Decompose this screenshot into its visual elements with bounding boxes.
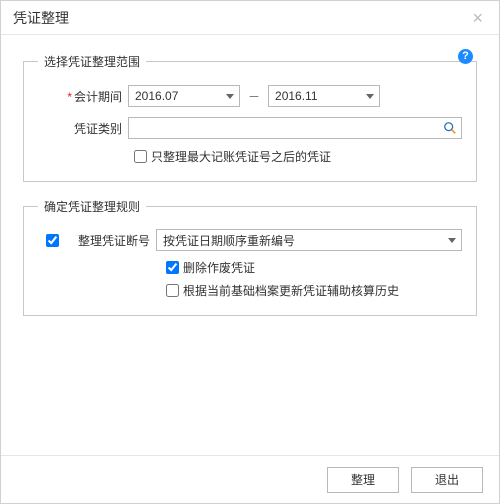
refresh-aux-label: 根据当前基础档案更新凭证辅助核算历史 <box>183 282 399 299</box>
period-separator: － <box>248 88 260 105</box>
row-del-void: 删除作废凭证 <box>166 259 462 276</box>
refresh-aux-checkbox[interactable] <box>166 284 179 297</box>
type-label: 凭证类别 <box>38 120 128 137</box>
period-from-combo[interactable]: 2016.07 <box>128 85 240 107</box>
group-scope-legend: 选择凭证整理范围 <box>38 53 146 70</box>
only-after-max-checkbox[interactable] <box>134 150 147 163</box>
period-label: *会计期间 <box>38 88 128 105</box>
dialog-footer: 整理 退出 <box>1 455 499 503</box>
reseq-mode-value: 按凭证日期顺序重新编号 <box>163 232 295 249</box>
cancel-button[interactable]: 退出 <box>411 467 483 493</box>
titlebar: 凭证整理 × <box>1 1 499 35</box>
search-icon[interactable] <box>439 121 461 135</box>
group-rule-legend: 确定凭证整理规则 <box>38 198 146 215</box>
dialog-content: ? 选择凭证整理范围 *会计期间 2016.07 － 2016.11 凭证类别 <box>1 35 499 455</box>
close-icon[interactable]: × <box>468 9 487 27</box>
help-icon[interactable]: ? <box>458 49 473 64</box>
period-to-combo[interactable]: 2016.11 <box>268 85 380 107</box>
period-to-value: 2016.11 <box>275 89 318 103</box>
row-only-after-max: 只整理最大记账凭证号之后的凭证 <box>134 148 462 165</box>
group-rule: 确定凭证整理规则 整理凭证断号 按凭证日期顺序重新编号 删除作废凭证 根据当前基… <box>23 198 477 316</box>
del-void-checkbox[interactable] <box>166 261 179 274</box>
reseq-mode-combo[interactable]: 按凭证日期顺序重新编号 <box>156 229 462 251</box>
row-refresh-aux: 根据当前基础档案更新凭证辅助核算历史 <box>166 282 462 299</box>
rule-sub-options: 删除作废凭证 根据当前基础档案更新凭证辅助核算历史 <box>166 259 462 299</box>
only-after-max-label: 只整理最大记账凭证号之后的凭证 <box>151 148 331 165</box>
del-void-label: 删除作废凭证 <box>183 259 255 276</box>
chevron-down-icon <box>366 94 374 99</box>
reseq-enable-checkbox[interactable] <box>46 234 59 247</box>
dialog-title: 凭证整理 <box>13 8 69 28</box>
row-period: *会计期间 2016.07 － 2016.11 <box>38 84 462 108</box>
voucher-type-input[interactable] <box>129 118 439 138</box>
period-from-value: 2016.07 <box>135 89 178 103</box>
group-scope: 选择凭证整理范围 *会计期间 2016.07 － 2016.11 凭证类别 <box>23 53 477 182</box>
ok-button[interactable]: 整理 <box>327 467 399 493</box>
row-reseq: 整理凭证断号 按凭证日期顺序重新编号 <box>38 229 462 251</box>
chevron-down-icon <box>448 238 456 243</box>
required-mark: * <box>67 90 72 104</box>
voucher-type-lookup[interactable] <box>128 117 462 139</box>
reseq-label: 整理凭证断号 <box>66 232 156 249</box>
chevron-down-icon <box>226 94 234 99</box>
row-type: 凭证类别 <box>38 116 462 140</box>
